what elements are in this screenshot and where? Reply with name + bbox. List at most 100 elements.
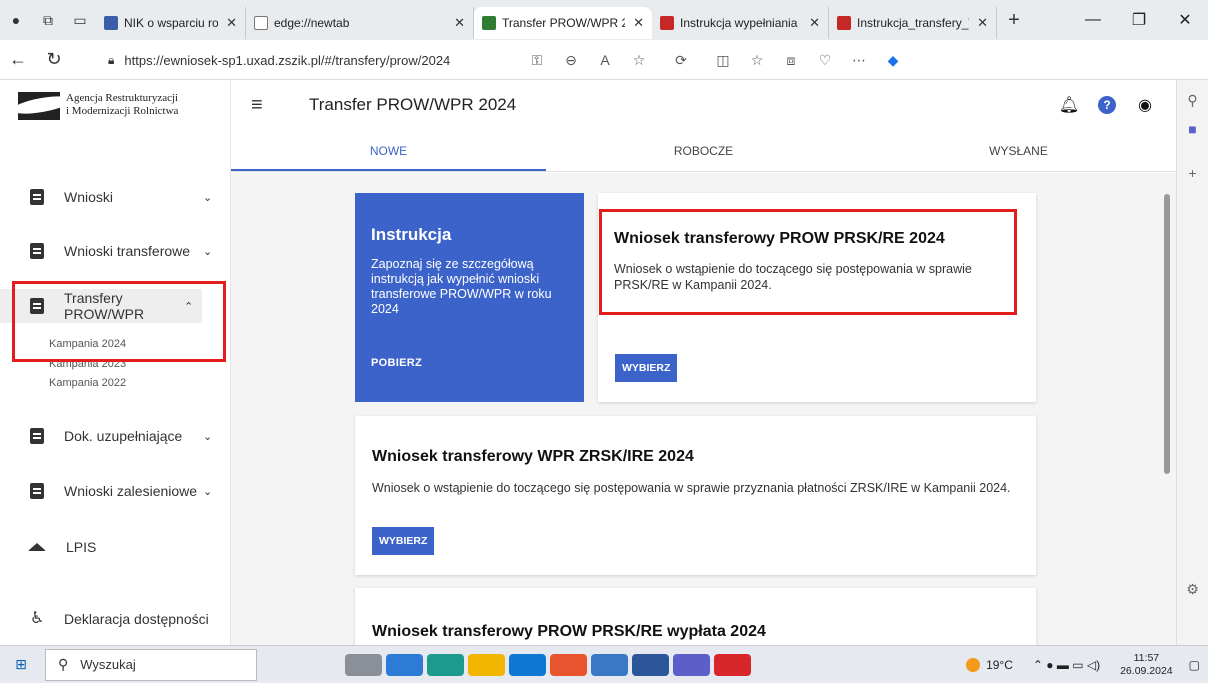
lock-icon[interactable]: 🔒︎ [108,53,114,68]
pobierz-button[interactable]: POBIERZ [371,357,422,369]
tab-wyslane[interactable]: WYSŁANE [861,130,1176,171]
browser-tab-newtab[interactable]: edge://newtab ✕ [246,7,474,39]
word-icon[interactable] [632,653,669,676]
page-favicon-icon [254,16,268,30]
app-r-icon[interactable] [714,653,751,676]
extensions-icon[interactable]: ⟳ [656,52,706,69]
refresh-icon[interactable]: ↻ [36,49,72,70]
zoom-icon[interactable]: ⊖ [554,52,588,69]
browser-tab-nik[interactable]: NIK o wsparciu rolnictw ✕ [96,7,246,39]
favorites-icon[interactable]: ☆ [740,52,774,69]
sidebar-item-label: Wnioski zalesieniowe [64,483,198,499]
app-icon[interactable] [591,653,628,676]
tab-close-icon[interactable]: ✕ [977,15,988,31]
sidebar-item-deklaracja-dostepnosci[interactable]: ♿︎ Deklaracja dostępności [0,602,231,636]
sidebar-item-label: Wnioski transferowe [64,243,191,259]
pdf-favicon-icon [660,16,674,30]
account-icon[interactable]: ◉ [1126,95,1164,115]
app-header: ≡ Transfer PROW/WPR 2024 🔔︎ ? ◉ [231,80,1176,130]
outlook-icon[interactable] [509,653,546,676]
chevron-down-icon: ⌄ [203,245,213,258]
notifications-bell-icon[interactable]: 🔔︎ [1050,95,1088,115]
favorite-icon[interactable]: ☆ [622,52,656,69]
clipboard-icon [30,483,44,499]
teams-icon[interactable]: ■ [1177,121,1208,137]
tray-icons[interactable]: ⌃ ● ▬ ▭ ◁) [1033,658,1100,672]
chevron-down-icon: ⌄ [203,430,213,443]
taskbar-search[interactable]: ⚲ Wyszukaj [45,648,257,681]
sidebar-item-label: Deklaracja dostępności [64,611,209,627]
new-tab-button[interactable]: + [997,9,1031,32]
scrollbar-thumb[interactable] [1164,194,1170,474]
prow-wyplata-card: Wniosek transferowy PROW PRSK/RE wypłata… [355,588,1036,645]
card-highlight-box [599,209,1017,315]
firefox-icon[interactable] [550,653,587,676]
clipboard-icon [30,189,44,205]
tab-close-icon[interactable]: ✕ [226,15,237,31]
tab-label: edge://newtab [274,16,350,30]
settings-icon[interactable]: ⚙ [1177,581,1208,598]
tab-actions-icon[interactable]: ▭ [64,0,96,40]
arimr-logo[interactable]: Agencja Restrukturyzacji i Modernizacji … [18,92,178,120]
sidebar-item-wnioski[interactable]: Wnioski ⌄ [0,180,231,214]
search-placeholder: Wyszukaj [80,657,136,672]
key-icon[interactable]: ⚿ [520,52,554,69]
copilot-icon[interactable]: ◆ [876,52,910,69]
task-view-icon[interactable] [345,653,382,676]
file-explorer-icon[interactable] [468,653,505,676]
tab-robocze[interactable]: ROBOCZE [546,130,861,171]
tab-close-icon[interactable]: ✕ [809,15,820,31]
help-icon[interactable]: ? [1088,96,1126,114]
window-close-icon[interactable]: ✕ [1162,10,1208,30]
browser-tab-instrukcja-transfery[interactable]: Instrukcja_transfery_W_ ✕ [829,7,997,39]
back-icon[interactable]: ← [0,49,36,70]
sidebar-subitem-kampania-2022[interactable]: Kampania 2022 [49,377,126,389]
tab-close-icon[interactable]: ✕ [454,15,465,31]
workspaces-icon[interactable]: ⧉ [32,0,64,40]
add-icon[interactable]: + [1177,165,1208,181]
tab-label: Transfer PROW/WPR 20 [502,16,626,30]
tab-close-icon[interactable]: ✕ [633,15,644,31]
page-title: Transfer PROW/WPR 2024 [309,95,517,114]
read-aloud-icon[interactable]: A [588,52,622,68]
teams-icon[interactable] [673,653,710,676]
sidebar-item-label: Wnioski [64,189,114,205]
nik-favicon-icon [104,16,118,30]
split-screen-icon[interactable]: ◫ [706,52,740,69]
more-icon[interactable]: ⋯ [842,52,876,69]
clock[interactable]: 11:57 26.09.2024 [1120,652,1173,678]
page-scrollbar[interactable] [1164,190,1170,645]
performance-icon[interactable]: ♡ [808,52,842,69]
browser-tab-instrukcja[interactable]: Instrukcja wypełniania ✕ [652,7,829,39]
sidebar-item-dok-uzupelniajace[interactable]: Dok. uzupełniające ⌄ [0,419,231,453]
search-icon: ⚲ [58,656,69,672]
weather-icon[interactable] [966,658,981,672]
address-bar-row: ← ↻ 🔒︎ https://ewniosek-sp1.uxad.zszik.p… [0,40,1208,80]
edge-sidebar: ⚲ ■ + ⚙ [1176,80,1208,645]
notifications-icon[interactable]: ▢ [1189,658,1200,672]
search-icon[interactable]: ⚲ [1177,92,1208,109]
sidebar-item-lpis[interactable]: LPIS [0,530,231,564]
prow-prsk-wybierz-button[interactable]: WYBIERZ [615,354,678,382]
browser-tab-transfer[interactable]: Transfer PROW/WPR 20 ✕ [474,7,652,39]
wpr-zrsk-card: Wniosek transferowy WPR ZRSK/IRE 2024 Wn… [355,416,1036,575]
system-tray: 19°C ⌃ ● ▬ ▭ ◁) 11:57 26.09.2024 ▢ [966,646,1208,683]
wpr-zrsk-wybierz-button[interactable]: WYBIERZ [372,527,435,555]
tab-nowe[interactable]: NOWE [231,130,546,171]
url-field[interactable]: 🔒︎ https://ewniosek-sp1.uxad.zszik.pl/#/… [108,45,518,75]
windows-start-icon[interactable]: ⊞ [0,656,42,673]
collections-icon[interactable]: ⧈ [774,52,808,69]
profile-icon[interactable]: ● [0,0,32,40]
sidebar-item-wnioski-zalesieniowe[interactable]: Wnioski zalesieniowe ⌄ [0,474,231,508]
restore-icon[interactable]: ❐ [1116,10,1162,30]
edge-icon[interactable] [427,653,464,676]
sidebar-item-label: LPIS [66,539,97,555]
instrukcja-text: Zapoznaj się ze szczegółową instrukcją j… [371,257,552,316]
sidebar-item-wnioski-transferowe[interactable]: Wnioski transferowe ⌄ [0,234,231,268]
hamburger-menu-icon[interactable]: ≡ [251,94,273,117]
logo-line-2: i Modernizacji Rolnictwa [66,105,179,117]
minimize-icon[interactable]: — [1070,11,1116,29]
app-icon[interactable] [386,653,423,676]
windows-taskbar: ⊞ ⚲ Wyszukaj 19°C ⌃ ● ▬ ▭ ◁) 11:57 26.09… [0,645,1208,683]
sidebar-item-label: Dok. uzupełniające [64,428,183,444]
